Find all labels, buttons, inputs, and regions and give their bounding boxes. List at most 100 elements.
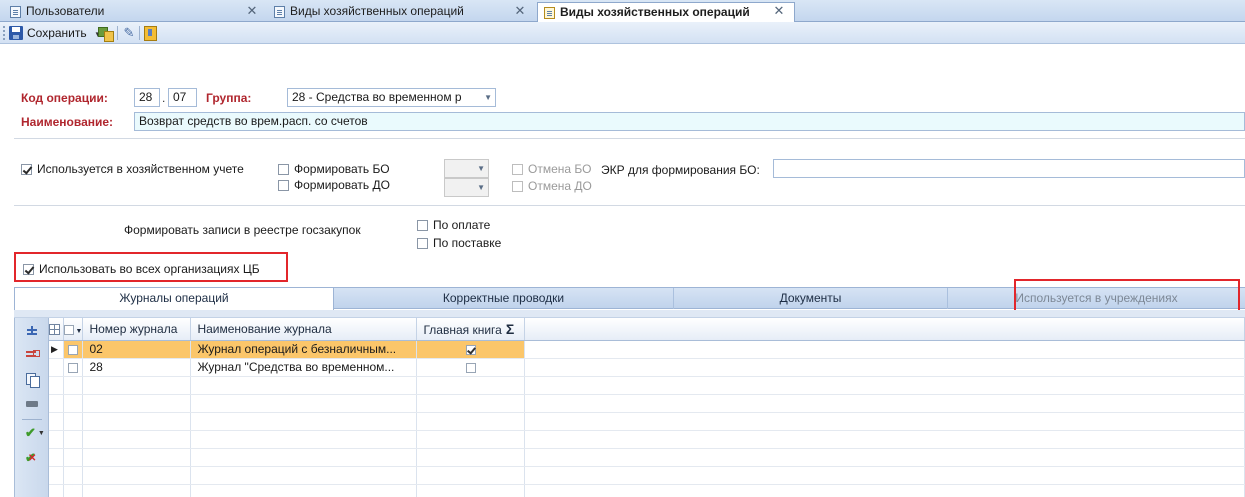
cell-journal-name: Журнал "Средства во временном... [190, 358, 418, 377]
group-select[interactable]: 28 - Средства во временном р ▼ [287, 88, 496, 107]
save-button[interactable]: Сохранить ▼ [9, 24, 102, 42]
document-icon [10, 6, 21, 18]
form-bo-label: Формировать БО [294, 162, 390, 176]
cancel-do-label: Отмена ДО [528, 179, 592, 193]
sigma-icon[interactable]: Σ [506, 321, 514, 337]
column-chooser-header[interactable] [49, 318, 64, 341]
tab-operation-types-2[interactable]: Виды хозяйственных операций [537, 2, 795, 22]
checkbox-box [278, 179, 289, 191]
row-indicator [49, 358, 64, 377]
tab-operation-types-1-close-icon[interactable]: ✕ [512, 2, 528, 19]
checkbox-box [465, 344, 476, 355]
row-select-checkbox[interactable] [63, 340, 84, 359]
checkbox-box [417, 219, 428, 231]
edit-document-icon [544, 7, 555, 19]
print-icon[interactable] [25, 396, 39, 411]
code-part2-input[interactable]: 07 [168, 88, 197, 107]
checkbox-box [465, 362, 476, 373]
cell-main-book[interactable] [416, 358, 526, 377]
cell-journal-number: 02 [82, 340, 192, 359]
ekr-input[interactable] [773, 159, 1245, 178]
ekr-label: ЭКР для формирования БО: [601, 163, 760, 177]
checkbox-box [63, 324, 74, 335]
check-icon[interactable]: ✔ ▼ [25, 426, 45, 440]
journals-table: ▼ Номер журнала Наименование журнала Гла… [49, 318, 1245, 497]
cell-filler [524, 340, 1245, 359]
checkbox-box [512, 180, 523, 192]
table-row[interactable]: 28 Журнал "Средства во временном... [49, 358, 1245, 377]
checkbox-box [512, 163, 523, 175]
column-main-book[interactable]: Главная книга Σ [416, 318, 526, 341]
empty-row [49, 376, 1245, 395]
select-all-header[interactable]: ▼ [63, 318, 84, 341]
tab-operation-types-2-close-icon[interactable]: ✕ [771, 2, 787, 19]
divider [14, 205, 1245, 206]
cancel-do-checkbox[interactable]: Отмена ДО [512, 179, 592, 193]
save-button-label: Сохранить [27, 26, 87, 40]
by-delivery-label: По поставке [433, 236, 502, 250]
organization-icon[interactable] [97, 25, 114, 42]
cancel-bo-checkbox[interactable]: Отмена БО [512, 162, 591, 176]
empty-row [49, 484, 1245, 497]
cell-filler [524, 358, 1245, 377]
tab-correct-postings[interactable]: Корректные проводки [334, 288, 674, 309]
toolbar-grip[interactable] [3, 26, 5, 40]
tab-documents[interactable]: Документы [674, 288, 948, 309]
name-input[interactable]: Возврат средств во врем.расп. со счетов [134, 112, 1245, 131]
grid-icon [49, 324, 60, 336]
exit-icon[interactable] [142, 25, 158, 41]
chevron-down-icon: ▼ [477, 164, 485, 173]
add-row-icon[interactable] [25, 326, 39, 340]
copy-icon[interactable] [25, 372, 40, 388]
cell-journal-number: 28 [82, 358, 192, 377]
empty-row [49, 394, 1245, 413]
cancel-bo-label: Отмена БО [528, 162, 592, 176]
column-main-book-label: Главная книга [423, 322, 502, 337]
used-in-accounting-label: Используется в хозяйственном учете [37, 162, 244, 176]
row-select-checkbox[interactable] [63, 358, 84, 377]
empty-row [49, 448, 1245, 467]
procurement-label: Формировать записи в реестре госзакупок [124, 223, 361, 237]
form-bo-select[interactable]: ▼ [444, 159, 489, 178]
name-label: Наименование: [21, 115, 114, 129]
chevron-down-icon: ▼ [37, 429, 45, 437]
chevron-down-icon: ▼ [477, 183, 485, 192]
tab-users-close-icon[interactable]: ✕ [244, 2, 260, 19]
highlight-frame [14, 252, 288, 282]
form-do-label: Формировать ДО [294, 178, 390, 192]
empty-row [49, 412, 1245, 431]
group-select-value: 28 - Средства во временном р [292, 90, 462, 104]
tab-operation-journals[interactable]: Журналы операций [14, 287, 334, 310]
uncheck-icon[interactable]: ✔ [25, 451, 39, 467]
by-delivery-checkbox[interactable]: По поставке [417, 236, 501, 250]
form-do-checkbox[interactable]: Формировать ДО [278, 178, 390, 192]
checkbox-box [21, 163, 32, 175]
by-payment-label: По оплате [433, 218, 491, 232]
column-journal-number[interactable]: Номер журнала [82, 318, 192, 341]
chevron-down-icon: ▼ [484, 93, 492, 102]
pencil-icon[interactable]: ✎ [121, 25, 137, 41]
tab-users-label: Пользователи [26, 4, 105, 18]
delete-row-icon[interactable] [25, 349, 40, 363]
code-part1-input[interactable]: 28 [134, 88, 160, 107]
cell-main-book[interactable] [416, 340, 526, 359]
checkbox-box [67, 344, 78, 355]
checkbox-box [67, 362, 78, 373]
used-in-accounting-checkbox[interactable]: Используется в хозяйственном учете [21, 162, 244, 176]
save-icon [9, 26, 23, 40]
form-do-select[interactable]: ▼ [444, 178, 489, 197]
row-indicator-icon: ▶ [49, 340, 64, 359]
form-bo-checkbox[interactable]: Формировать БО [278, 162, 390, 176]
toolbar-separator [117, 26, 118, 40]
tab-operation-types-1-label: Виды хозяйственных операций [290, 4, 464, 18]
toolbar-separator [22, 419, 42, 420]
chevron-down-icon: ▼ [75, 327, 83, 335]
tab-operation-types-1[interactable]: Виды хозяйственных операций [268, 2, 530, 22]
table-row[interactable]: ▶ 02 Журнал операций с безналичным... [49, 340, 1245, 359]
column-journal-name[interactable]: Наименование журнала [190, 318, 418, 341]
panel-dock-strip[interactable] [14, 310, 1245, 318]
tab-users[interactable]: Пользователи [4, 2, 259, 22]
by-payment-checkbox[interactable]: По оплате [417, 218, 490, 232]
code-label: Код операции: [21, 91, 108, 105]
checkbox-box [278, 163, 289, 175]
